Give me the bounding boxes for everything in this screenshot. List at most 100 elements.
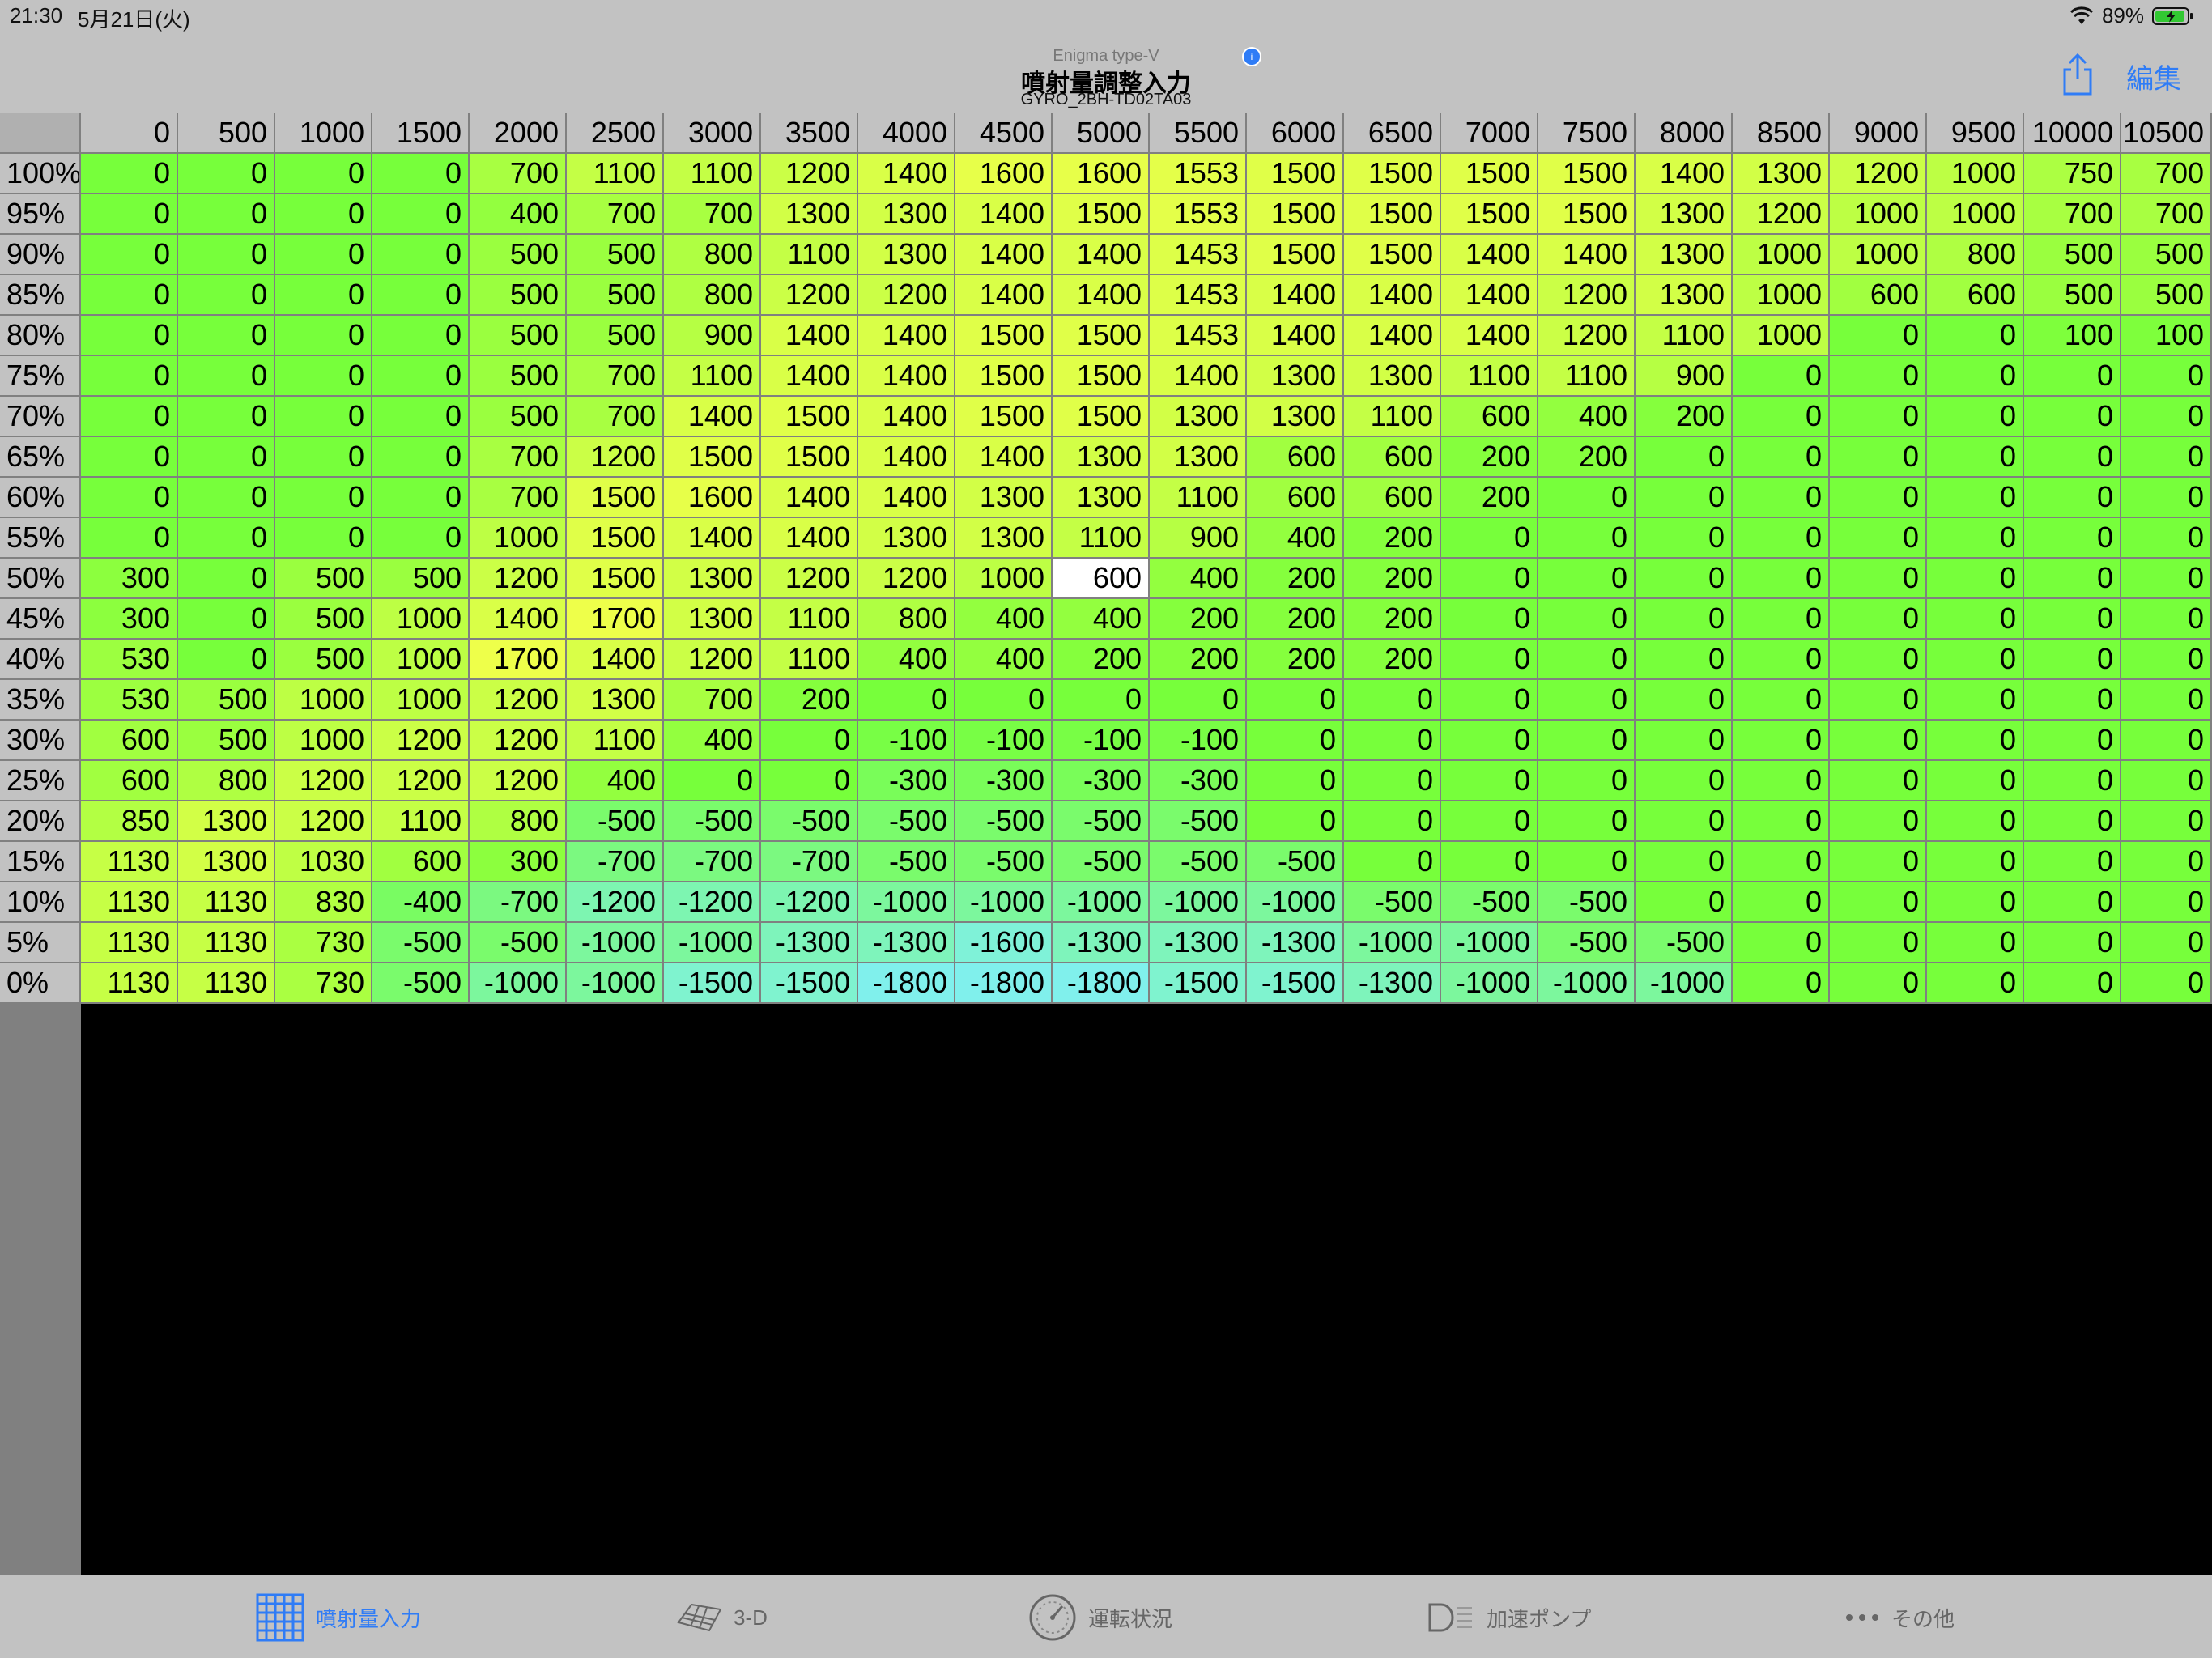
table-cell[interactable]: 1400 bbox=[1247, 275, 1344, 316]
table-cell[interactable]: 0 bbox=[2121, 882, 2212, 923]
table-cell[interactable]: 200 bbox=[1150, 640, 1247, 680]
table-cell[interactable]: 0 bbox=[1830, 478, 1927, 518]
table-cell[interactable]: -1000 bbox=[1150, 882, 1247, 923]
table-cell[interactable]: 1400 bbox=[858, 478, 955, 518]
table-cell[interactable]: -500 bbox=[858, 842, 955, 882]
table-cell[interactable]: 0 bbox=[1538, 478, 1636, 518]
table-cell[interactable]: 0 bbox=[372, 316, 470, 356]
table-cell[interactable]: 0 bbox=[178, 518, 275, 559]
table-cell[interactable]: -500 bbox=[1053, 801, 1150, 842]
table-cell[interactable]: 1130 bbox=[81, 963, 178, 1004]
table-cell[interactable]: 0 bbox=[1733, 923, 1830, 963]
table-cell[interactable]: 1400 bbox=[955, 275, 1053, 316]
table-cell[interactable]: 200 bbox=[1247, 640, 1344, 680]
table-cell[interactable]: 0 bbox=[1636, 518, 1733, 559]
table-cell[interactable]: 200 bbox=[1538, 437, 1636, 478]
table-cell[interactable]: 1400 bbox=[955, 194, 1053, 235]
table-cell[interactable]: -1500 bbox=[1247, 963, 1344, 1004]
table-cell[interactable]: 1130 bbox=[81, 842, 178, 882]
table-cell[interactable]: 0 bbox=[178, 640, 275, 680]
table-cell[interactable]: 1200 bbox=[275, 761, 372, 801]
table-cell[interactable]: 1000 bbox=[372, 680, 470, 721]
table-cell[interactable]: 1500 bbox=[955, 356, 1053, 397]
table-cell[interactable]: -1800 bbox=[858, 963, 955, 1004]
table-cell[interactable]: 600 bbox=[1053, 559, 1150, 599]
table-cell[interactable]: 1400 bbox=[761, 478, 858, 518]
table-cell[interactable]: 0 bbox=[81, 316, 178, 356]
table-cell[interactable]: 0 bbox=[81, 478, 178, 518]
table-cell[interactable]: 1200 bbox=[275, 801, 372, 842]
table-cell[interactable]: 1400 bbox=[1053, 235, 1150, 275]
table-cell[interactable]: 700 bbox=[2024, 194, 2121, 235]
table-cell[interactable]: 1200 bbox=[761, 275, 858, 316]
table-cell[interactable]: -1000 bbox=[1441, 923, 1538, 963]
table-cell[interactable]: 600 bbox=[1441, 397, 1538, 437]
table-cell[interactable]: 600 bbox=[1247, 478, 1344, 518]
table-cell[interactable]: 0 bbox=[178, 437, 275, 478]
table-cell[interactable]: 0 bbox=[81, 235, 178, 275]
table-cell[interactable]: 1000 bbox=[1733, 275, 1830, 316]
table-cell[interactable]: -500 bbox=[372, 963, 470, 1004]
table-cell[interactable]: -1000 bbox=[1344, 923, 1441, 963]
table-cell[interactable]: 0 bbox=[1927, 356, 2024, 397]
table-cell[interactable]: 530 bbox=[81, 680, 178, 721]
table-cell[interactable]: 1000 bbox=[1733, 316, 1830, 356]
table-cell[interactable]: 200 bbox=[1441, 478, 1538, 518]
table-cell[interactable]: 1100 bbox=[1441, 356, 1538, 397]
table-cell[interactable]: -1500 bbox=[1150, 963, 1247, 1004]
table-cell[interactable]: -1300 bbox=[1247, 923, 1344, 963]
table-cell[interactable]: 0 bbox=[275, 194, 372, 235]
table-cell[interactable]: -1000 bbox=[664, 923, 761, 963]
table-cell[interactable]: 0 bbox=[2024, 478, 2121, 518]
table-cell[interactable]: -500 bbox=[1344, 882, 1441, 923]
table-cell[interactable]: 0 bbox=[275, 356, 372, 397]
table-cell[interactable]: -1300 bbox=[1344, 963, 1441, 1004]
table-cell[interactable]: 1553 bbox=[1150, 194, 1247, 235]
table-cell[interactable]: 0 bbox=[1538, 761, 1636, 801]
table-cell[interactable]: 0 bbox=[1538, 801, 1636, 842]
table-cell[interactable]: 1300 bbox=[858, 194, 955, 235]
table-cell[interactable]: 1100 bbox=[1150, 478, 1247, 518]
table-cell[interactable]: 400 bbox=[567, 761, 664, 801]
table-cell[interactable]: 500 bbox=[567, 235, 664, 275]
table-cell[interactable]: 1453 bbox=[1150, 316, 1247, 356]
table-cell[interactable]: 1400 bbox=[858, 437, 955, 478]
table-cell[interactable]: 0 bbox=[1927, 923, 2024, 963]
table-cell[interactable]: 900 bbox=[664, 316, 761, 356]
table-cell[interactable]: -1300 bbox=[1150, 923, 1247, 963]
table-cell[interactable]: 0 bbox=[2024, 559, 2121, 599]
table-cell[interactable]: 100 bbox=[2024, 316, 2121, 356]
table-cell[interactable]: 1000 bbox=[275, 721, 372, 761]
table-cell[interactable]: 0 bbox=[1830, 721, 1927, 761]
table-cell[interactable]: 1600 bbox=[955, 154, 1053, 194]
table-cell[interactable]: 0 bbox=[1830, 356, 1927, 397]
table-cell[interactable]: 0 bbox=[1441, 721, 1538, 761]
table-cell[interactable]: 0 bbox=[1830, 397, 1927, 437]
table-cell[interactable]: -500 bbox=[1538, 882, 1636, 923]
table-cell[interactable]: 1300 bbox=[178, 842, 275, 882]
table-cell[interactable]: 1400 bbox=[1441, 275, 1538, 316]
table-cell[interactable]: 0 bbox=[1441, 640, 1538, 680]
table-cell[interactable]: 1300 bbox=[1636, 235, 1733, 275]
table-cell[interactable]: 900 bbox=[1150, 518, 1247, 559]
table-cell[interactable]: 1300 bbox=[955, 478, 1053, 518]
table-cell[interactable]: 300 bbox=[470, 842, 567, 882]
table-cell[interactable]: 1400 bbox=[1344, 316, 1441, 356]
table-cell[interactable]: 0 bbox=[1733, 356, 1830, 397]
table-cell[interactable]: 0 bbox=[1053, 680, 1150, 721]
table-cell[interactable]: 700 bbox=[2121, 154, 2212, 194]
table-cell[interactable]: 0 bbox=[178, 397, 275, 437]
table-cell[interactable]: 0 bbox=[2121, 437, 2212, 478]
table-cell[interactable]: 1400 bbox=[664, 518, 761, 559]
table-cell[interactable]: -1000 bbox=[1053, 882, 1150, 923]
table-cell[interactable]: 0 bbox=[1441, 680, 1538, 721]
table-cell[interactable]: 0 bbox=[1636, 721, 1733, 761]
table-cell[interactable]: 1300 bbox=[178, 801, 275, 842]
table-cell[interactable]: 0 bbox=[1830, 518, 1927, 559]
table-cell[interactable]: -1200 bbox=[567, 882, 664, 923]
table-cell[interactable]: 0 bbox=[2024, 518, 2121, 559]
table-cell[interactable]: 0 bbox=[1830, 761, 1927, 801]
table-cell[interactable]: 1200 bbox=[372, 721, 470, 761]
table-cell[interactable]: 0 bbox=[1441, 559, 1538, 599]
table-cell[interactable]: 1200 bbox=[470, 559, 567, 599]
